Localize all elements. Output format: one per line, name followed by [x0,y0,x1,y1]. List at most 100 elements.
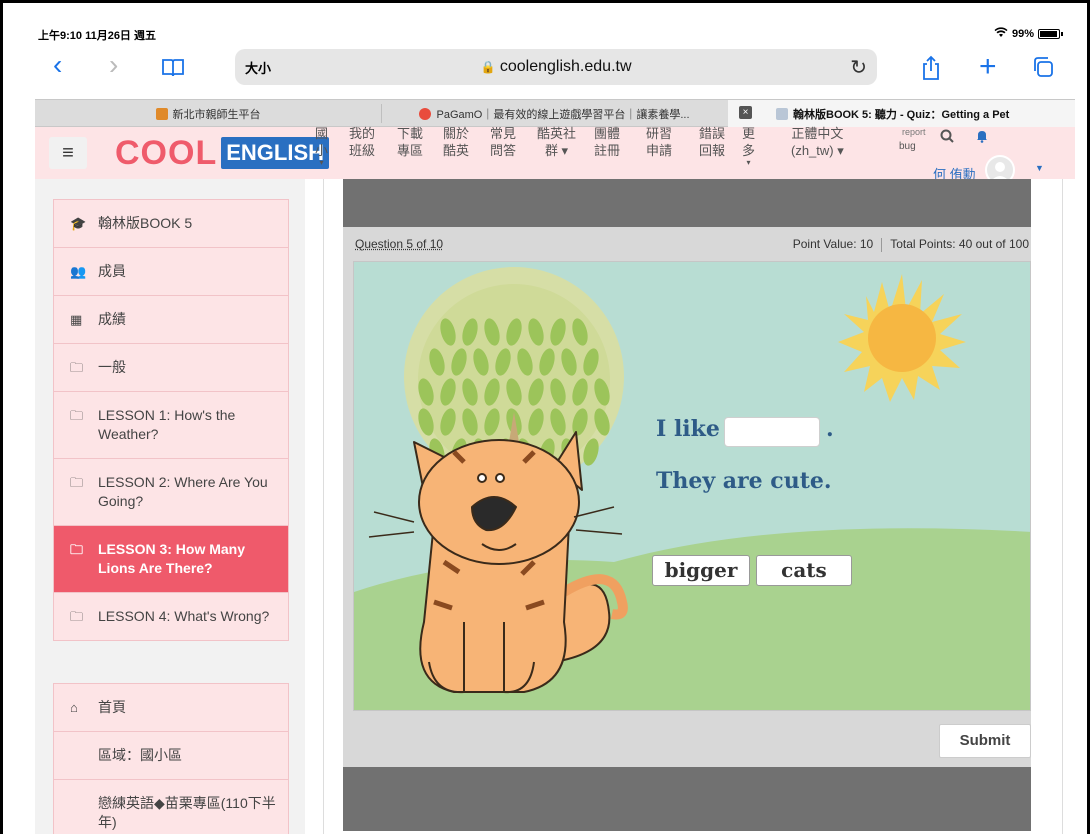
course-navigation: 🎓 翰林版BOOK 5 👥 成員 ▦ 成績 🗀 一般 🗀 LESSON 1: How's the … [53,199,289,641]
sidebar-item-1[interactable]: 👥 成員 [54,248,288,296]
new-tab-icon[interactable]: + [979,52,997,82]
folder-icon: 🗀 [70,609,84,624]
tab-pagamo[interactable]: PaGamO｜最有效的線上遊戲學習平台｜讓素養學... [382,100,727,127]
reload-icon[interactable]: ↻ [850,55,867,80]
sidebar-item-label: LESSON 1: How's the Weather? [98,407,236,442]
url-text: 🔒 coolenglish.edu.tw [235,58,877,76]
sentence-1-prefix: I like [656,416,720,442]
report-bug-top[interactable]: report [902,127,926,137]
menu-item-line2: 多 [742,143,756,158]
sidebar-item-5[interactable]: 🗀 LESSON 2: Where Are You Going? [54,459,288,526]
sidebar-item-label: LESSON 3: How Many Lions Are There? [98,541,246,576]
forward-icon[interactable]: › [109,51,118,79]
url-label: coolenglish.edu.tw [499,58,632,75]
home-icon: ⌂ [70,700,78,715]
hamburger-menu-icon[interactable]: ≡ [49,137,87,169]
menu-item-5[interactable]: 酷英社群 ▾ [537,125,576,159]
menu-item-line2: 問答 [490,143,517,158]
quiz-scene: I like . They are cute. bigger cats [353,261,1031,711]
bell-icon[interactable] [975,129,989,146]
point-value: Point Value: 10 [792,237,874,251]
menu-item-1[interactable]: 我的 班級 [349,125,375,159]
total-points: Total Points: 40 out of 100 [890,237,1029,251]
graduation-cap-icon: 🎓 [70,216,87,231]
question-counter: Question 5 of 10 [355,237,444,251]
sidebar-item-label: 區域：國小區 [98,747,182,763]
wifi-icon [994,27,1008,41]
menu-item-0[interactable]: 國小 ▾ [315,125,328,167]
submit-button[interactable]: Submit [939,724,1031,758]
bookmarks-icon[interactable] [161,55,185,83]
folder-icon: 🗀 [70,408,84,423]
sidebar-item-1[interactable]: 區域：國小區 [54,732,288,780]
menu-item-line1: 團體 [594,126,621,141]
sidebar-item-0[interactable]: ⌂ 首頁 [54,684,288,732]
menu-item-line2: 回報 [699,143,726,158]
menu-item-line2: 班級 [349,143,376,158]
menu-item-line1: 常見 [490,126,517,141]
coolenglish-favicon-icon [776,107,788,120]
menu-item-4[interactable]: 常見 問答 [490,125,516,159]
tab-bar: 新北市親師生平台 PaGamO｜最有效的線上遊戲學習平台｜讓素養學... 翰林版… [35,99,1075,127]
answer-drop-zone[interactable] [724,417,820,447]
tab-quiz[interactable]: 翰林版BOOK 5: 聽力 - Quiz：Getting a Pet [728,100,1075,127]
sidebar-item-label: LESSON 2: Where Are You Going? [98,474,268,509]
menu-item-line1: 下載 [397,126,424,141]
points-info: Point Value: 10 Total Points: 40 out of 1… [793,237,1029,252]
search-icon[interactable] [940,129,954,148]
site-navigation: ⌂ 首頁區域：國小區戀練英語◆苗栗專區(110下半年) [53,683,289,834]
sidebar-item-4[interactable]: 🗀 LESSON 1: How's the Weather? [54,392,288,459]
close-tab-icon[interactable]: × [739,106,752,119]
sidebar-item-label: 一般 [98,359,126,375]
word-choice-bigger[interactable]: bigger [652,555,750,586]
site-header: ≡ COOL ENGLISH 國小 ▾ 我的 班級 下載 專區 關於 酷英 常見 問答 酷英社群 ▾… [35,125,1075,185]
folder-icon: 🗀 [70,542,84,557]
sidebar-item-label: 戀練英語◆苗栗專區(110下半年) [98,795,276,830]
chevron-down-icon: ▾ [319,158,324,167]
users-icon: 👥 [70,264,87,279]
report-bug-link[interactable]: bug [899,141,916,152]
logo-cool: COOL [115,133,218,172]
sidebar-item-6[interactable]: 🗀 LESSON 3: How Many Lions Are There? [54,526,288,593]
tabs-overview-icon[interactable] [1031,55,1055,84]
sidebar-item-3[interactable]: 🗀 一般 [54,344,288,392]
sidebar-item-0[interactable]: 🎓 翰林版BOOK 5 [54,200,288,248]
tab-ntpc[interactable]: 新北市親師生平台 [35,100,381,127]
tab-label: 翰林版BOOK 5: 聽力 - Quiz：Getting a Pet [793,108,1010,121]
school-favicon-icon [155,107,168,120]
menu-item-6[interactable]: 團體 註冊 [594,125,620,159]
menu-item-line2: 註冊 [594,143,621,158]
sidebar-item-2[interactable]: 戀練英語◆苗栗專區(110下半年) [54,780,288,834]
sidebar-item-7[interactable]: 🗀 LESSON 4: What's Wrong? [54,593,288,640]
menu-item-line1: 關於 [443,126,470,141]
user-menu-caret-icon[interactable]: ▼ [1035,163,1044,173]
menu-item-line2: 專區 [397,143,424,158]
menu-item-line1: 研習 [646,126,673,141]
share-icon[interactable] [921,55,941,86]
menu-item-7[interactable]: 研習 申請 [646,125,672,159]
chevron-down-icon: ▾ [746,158,751,167]
battery-percent: 99% [1011,28,1034,40]
sidebar-item-2[interactable]: ▦ 成績 [54,296,288,344]
quiz-top-band [343,179,1031,227]
site-logo[interactable]: COOL ENGLISH [115,133,330,173]
tab-label: 新北市親師生平台 [172,108,261,121]
menu-item-8[interactable]: 錯誤 回報 [699,125,725,159]
menu-item-2[interactable]: 下載 專區 [397,125,423,159]
menu-item-line2: 申請 [646,143,673,158]
menu-item-3[interactable]: 關於 酷英 [443,125,469,159]
menu-item-line2: (zh_tw) ▾ [791,143,844,158]
word-choice-cats[interactable]: cats [756,555,852,586]
menu-item-9[interactable]: 更多 ▾ [742,125,755,167]
table-icon: ▦ [70,312,83,327]
sidebar-item-label: 首頁 [98,699,126,715]
sidebar-item-label: LESSON 4: What's Wrong? [98,608,270,624]
back-icon[interactable]: ‹ [53,51,62,79]
menu-item-10[interactable]: 正體中文 (zh_tw) ▾ [791,125,844,159]
status-bar: 上午9:10 11月26日 週五 99% [35,25,1075,43]
sidebar-item-label: 成員 [98,263,126,279]
sidebar-item-label: 成績 [98,311,126,327]
logo-english: ENGLISH [221,137,330,169]
address-bar[interactable]: 大小 🔒 coolenglish.edu.tw ↻ [235,49,877,85]
folder-icon: 🗀 [70,475,84,490]
